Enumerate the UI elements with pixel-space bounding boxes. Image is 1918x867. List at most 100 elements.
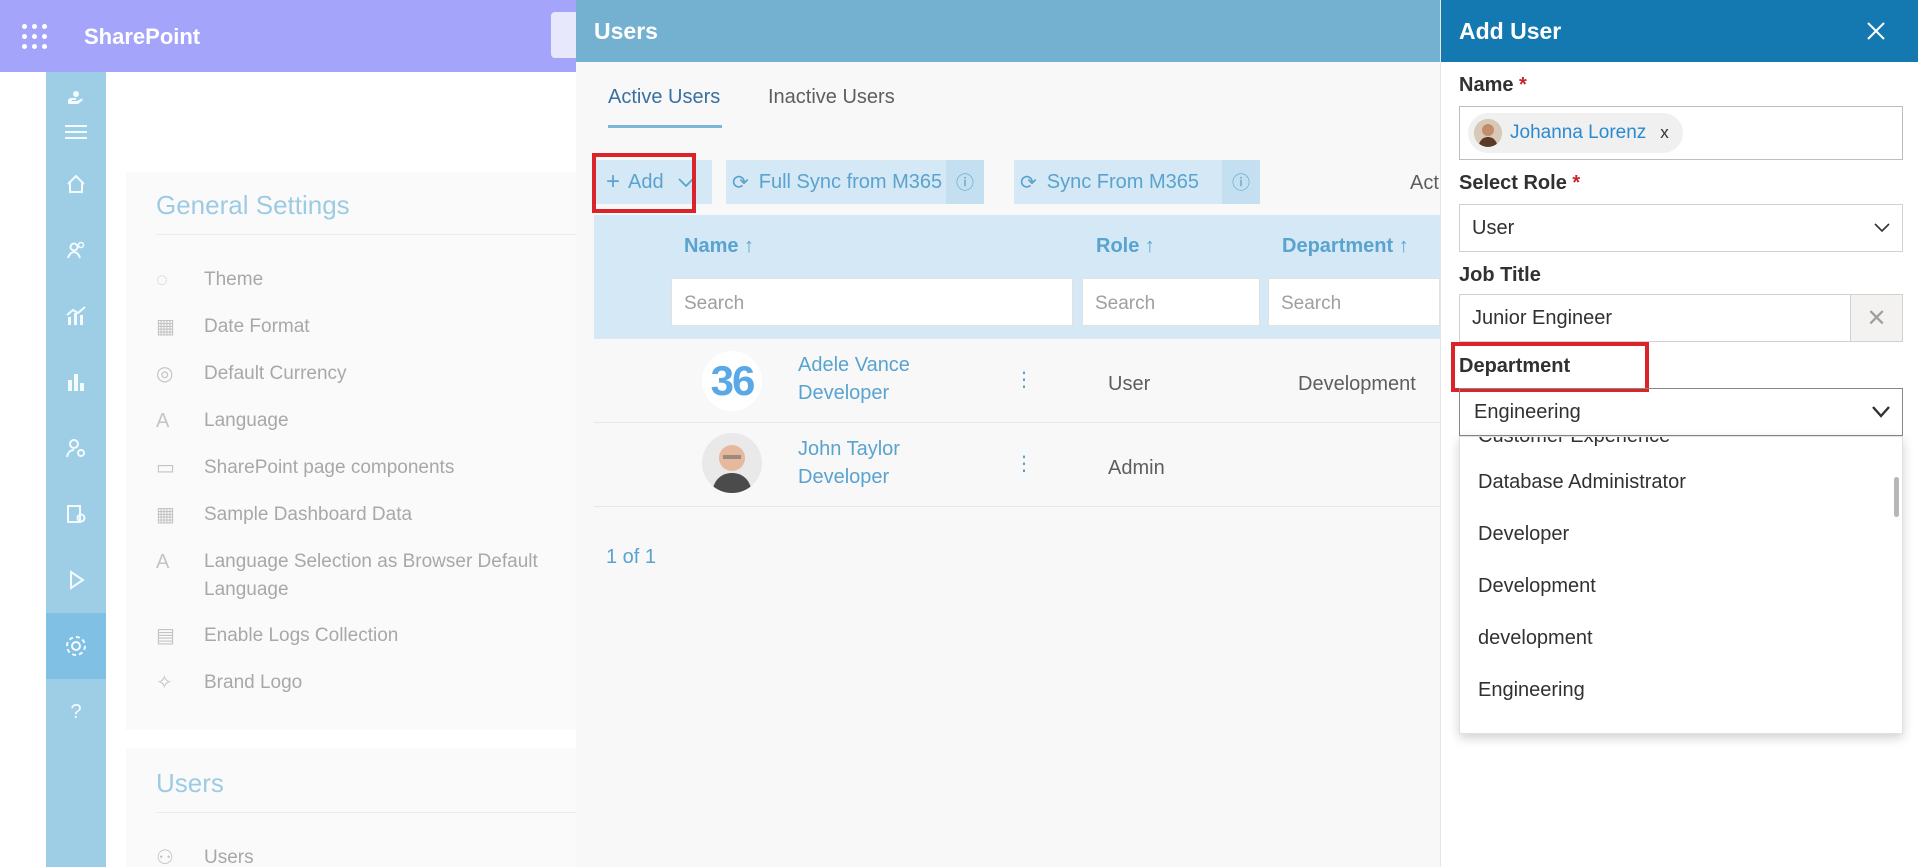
people-icon: ⚇ bbox=[156, 847, 174, 867]
required-marker: * bbox=[1519, 74, 1527, 96]
full-sync-button[interactable]: ⟳ Full Sync from M365 ⓘ bbox=[726, 160, 984, 204]
info-icon[interactable]: ⓘ bbox=[946, 160, 984, 204]
clear-icon[interactable]: ✕ bbox=[1851, 294, 1903, 342]
setting-label: Brand Logo bbox=[204, 672, 303, 693]
setting-users[interactable]: ⚇ Users bbox=[156, 844, 576, 867]
table-row[interactable]: 36 Adele Vance Developer ⋮ User Developm… bbox=[594, 339, 1440, 423]
setting-label: SharePoint page components bbox=[204, 457, 455, 478]
palette-icon: ◌ bbox=[156, 269, 168, 291]
job-title-input[interactable]: Junior Engineer bbox=[1459, 294, 1851, 342]
department-search-input[interactable]: Search bbox=[1268, 278, 1440, 326]
person-name[interactable]: John Taylor bbox=[798, 435, 900, 463]
sync-label: Sync From M365 bbox=[1046, 170, 1200, 193]
tab-active-users[interactable]: Active Users bbox=[608, 86, 720, 109]
setting-enable-logs[interactable]: ▤ Enable Logs Collection bbox=[156, 622, 576, 650]
table-row[interactable]: John Taylor Developer ⋮ Admin bbox=[594, 423, 1440, 507]
role-cell: Admin bbox=[1108, 457, 1165, 479]
help-icon[interactable]: ? bbox=[46, 692, 106, 732]
users-panel-header: Users bbox=[576, 0, 1440, 62]
user-settings-icon[interactable] bbox=[46, 428, 106, 468]
users-settings-card: Users ⚇ Users bbox=[126, 748, 576, 867]
tab-inactive-users[interactable]: Inactive Users bbox=[768, 86, 895, 109]
setting-language-browser-default[interactable]: A Language Selection as Browser Default L… bbox=[156, 548, 576, 604]
name-search-input[interactable]: Search bbox=[671, 278, 1073, 326]
column-header-role[interactable]: Role ↑ bbox=[1096, 235, 1155, 258]
department-label-highlight bbox=[1451, 342, 1649, 392]
department-option[interactable]: Development bbox=[1478, 575, 1596, 598]
selected-person-chip[interactable]: Johanna Lorenz x bbox=[1468, 113, 1683, 153]
play-icon[interactable] bbox=[46, 560, 106, 600]
truncated-label: Act bbox=[1410, 172, 1439, 194]
calendar-icon: ▦ bbox=[156, 316, 175, 338]
more-options-icon[interactable]: ⋮ bbox=[1014, 367, 1034, 392]
person-avatar bbox=[1474, 119, 1502, 147]
add-user-title: Add User bbox=[1459, 18, 1562, 44]
device-settings-icon[interactable] bbox=[46, 494, 106, 534]
home-icon[interactable] bbox=[46, 164, 106, 204]
chevron-down-icon bbox=[1874, 217, 1890, 238]
users-panel: Users Active Users Inactive Users + Add … bbox=[576, 0, 1440, 867]
app-title[interactable]: SharePoint bbox=[84, 24, 200, 50]
department-dropdown[interactable]: Engineering bbox=[1459, 388, 1903, 436]
people-icon[interactable] bbox=[46, 230, 106, 270]
setting-sample-dashboard[interactable]: ▦ Sample Dashboard Data bbox=[156, 501, 576, 529]
full-sync-label: Full Sync from M365 bbox=[758, 170, 943, 193]
more-options-icon[interactable]: ⋮ bbox=[1014, 451, 1034, 476]
department-option[interactable]: Database Administrator bbox=[1478, 471, 1686, 494]
close-icon[interactable] bbox=[1859, 14, 1893, 48]
sync-icon: ⟳ bbox=[1020, 171, 1037, 194]
settings-gear-icon[interactable] bbox=[46, 613, 106, 679]
role-dropdown[interactable]: User bbox=[1459, 204, 1903, 252]
sync-from-m365-button[interactable]: ⟳ Sync From M365 ⓘ bbox=[1014, 160, 1260, 204]
avatar: 36 bbox=[702, 351, 762, 411]
role-label: Select Role * bbox=[1459, 172, 1580, 195]
chevron-down-icon bbox=[1872, 401, 1890, 424]
avatar bbox=[702, 433, 762, 493]
setting-page-components[interactable]: ▭ SharePoint page components bbox=[156, 454, 576, 482]
add-button-highlight bbox=[592, 153, 696, 213]
department-options-list[interactable]: Customer Experience Database Administrat… bbox=[1459, 436, 1903, 734]
dashboard-icon: ▦ bbox=[156, 504, 175, 526]
column-header-department[interactable]: Department ↑ bbox=[1282, 235, 1409, 258]
role-search-input[interactable]: Search bbox=[1082, 278, 1260, 326]
divider bbox=[156, 234, 576, 235]
department-option[interactable]: Customer Experience bbox=[1478, 437, 1670, 448]
role-label-text: Select Role bbox=[1459, 172, 1567, 194]
department-option[interactable]: Engineering bbox=[1478, 679, 1585, 702]
role-cell: User bbox=[1108, 373, 1151, 395]
analytics-icon[interactable] bbox=[46, 296, 106, 336]
general-settings-heading: General Settings bbox=[156, 190, 350, 220]
users-panel-title: Users bbox=[594, 18, 658, 44]
pagination-label: 1 of 1 bbox=[606, 546, 657, 568]
language-icon: A bbox=[156, 551, 170, 573]
people-picker[interactable]: Johanna Lorenz x bbox=[1459, 106, 1903, 160]
setting-date-format[interactable]: ▦ Date Format bbox=[156, 313, 576, 341]
setting-brand-logo[interactable]: ✧ Brand Logo bbox=[156, 669, 576, 697]
bar-chart-icon[interactable] bbox=[46, 362, 106, 402]
general-settings-card: General Settings ◌ Theme ▦ Date Format ◎ De… bbox=[126, 172, 576, 730]
setting-label: Sample Dashboard Data bbox=[204, 504, 413, 525]
name-label: Name * bbox=[1459, 74, 1527, 97]
remove-person-button[interactable]: x bbox=[1660, 123, 1669, 143]
language-icon: A bbox=[156, 410, 170, 432]
setting-default-currency[interactable]: ◎ Default Currency bbox=[156, 360, 576, 388]
users-heading: Users bbox=[156, 768, 224, 798]
dropdown-scrollbar[interactable] bbox=[1894, 477, 1899, 517]
left-navigation-rail: ? bbox=[46, 72, 106, 867]
app-launcher-icon[interactable] bbox=[22, 24, 48, 50]
column-header-name[interactable]: Name ↑ bbox=[684, 235, 754, 258]
setting-theme[interactable]: ◌ Theme bbox=[156, 266, 576, 294]
department-option[interactable]: development bbox=[1478, 627, 1593, 650]
setting-language[interactable]: A Language bbox=[156, 407, 576, 435]
person-name[interactable]: Adele Vance bbox=[798, 351, 910, 379]
menu-icon[interactable] bbox=[46, 112, 106, 152]
divider bbox=[156, 812, 576, 813]
info-icon[interactable]: ⓘ bbox=[1222, 160, 1260, 204]
required-marker: * bbox=[1572, 172, 1581, 194]
setting-label: Users bbox=[204, 847, 254, 867]
job-title-label: Job Title bbox=[1459, 264, 1541, 286]
setting-label: Theme bbox=[204, 269, 264, 290]
sync-icon: ⟳ bbox=[732, 171, 749, 194]
add-user-panel: Add User Name * Johanna Lorenz x Select … bbox=[1440, 0, 1918, 867]
department-option[interactable]: Developer bbox=[1478, 523, 1569, 546]
